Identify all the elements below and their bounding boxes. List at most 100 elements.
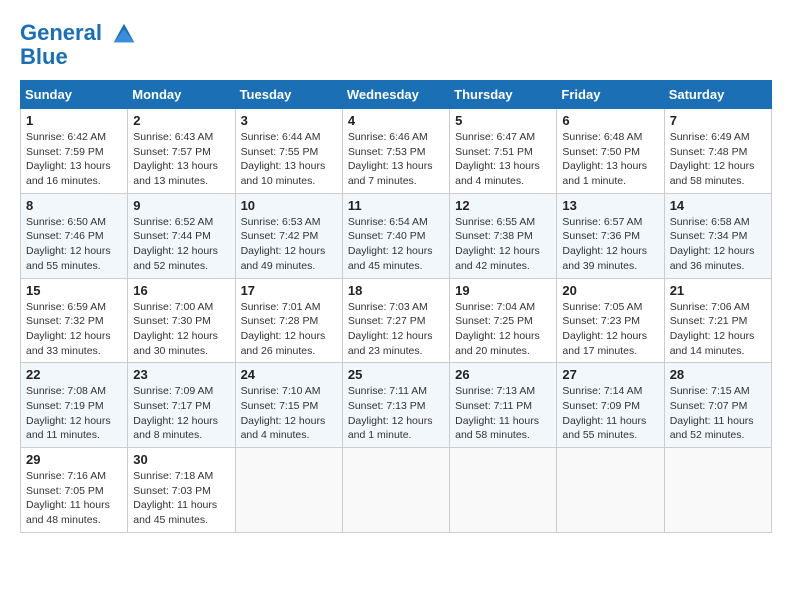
day-detail: Sunrise: 6:52 AM Sunset: 7:44 PM Dayligh… [133, 215, 229, 274]
day-detail: Sunrise: 7:14 AM Sunset: 7:09 PM Dayligh… [562, 384, 658, 443]
calendar-cell: 27 Sunrise: 7:14 AM Sunset: 7:09 PM Dayli… [557, 363, 664, 448]
day-number: 1 [26, 113, 122, 128]
day-number: 3 [241, 113, 337, 128]
calendar-cell: 14 Sunrise: 6:58 AM Sunset: 7:34 PM Dayli… [664, 193, 771, 278]
day-number: 20 [562, 283, 658, 298]
calendar-cell: 15Sunrise: 6:59 AM Sunset: 7:32 PM Dayli… [21, 278, 128, 363]
week-row-2: 1 Sunrise: 6:42 AM Sunset: 7:59 PM Daylig… [21, 109, 772, 194]
calendar-cell: 5 Sunrise: 6:47 AM Sunset: 7:51 PM Daylig… [450, 109, 557, 194]
calendar-cell: 10 Sunrise: 6:53 AM Sunset: 7:42 PM Dayli… [235, 193, 342, 278]
calendar-cell: 11 Sunrise: 6:54 AM Sunset: 7:40 PM Dayli… [342, 193, 449, 278]
day-detail: Sunrise: 7:09 AM Sunset: 7:17 PM Dayligh… [133, 384, 229, 443]
day-number: 6 [562, 113, 658, 128]
calendar-cell: 6 Sunrise: 6:48 AM Sunset: 7:50 PM Daylig… [557, 109, 664, 194]
day-detail: Sunrise: 7:06 AM Sunset: 7:21 PM Dayligh… [670, 300, 766, 359]
calendar-cell [664, 448, 771, 533]
col-header-sunday: Sunday [21, 81, 128, 109]
day-number: 13 [562, 198, 658, 213]
day-detail: Sunrise: 7:05 AM Sunset: 7:23 PM Dayligh… [562, 300, 658, 359]
day-detail: Sunrise: 7:10 AM Sunset: 7:15 PM Dayligh… [241, 384, 337, 443]
calendar-cell: 12 Sunrise: 6:55 AM Sunset: 7:38 PM Dayli… [450, 193, 557, 278]
day-detail: Sunrise: 6:44 AM Sunset: 7:55 PM Dayligh… [241, 130, 337, 189]
calendar-cell: 18 Sunrise: 7:03 AM Sunset: 7:27 PM Dayli… [342, 278, 449, 363]
col-header-monday: Monday [128, 81, 235, 109]
day-detail: Sunrise: 6:43 AM Sunset: 7:57 PM Dayligh… [133, 130, 229, 189]
day-number: 10 [241, 198, 337, 213]
calendar-cell: 7 Sunrise: 6:49 AM Sunset: 7:48 PM Daylig… [664, 109, 771, 194]
column-headers: SundayMondayTuesdayWednesdayThursdayFrid… [21, 81, 772, 109]
day-detail: Sunrise: 6:46 AM Sunset: 7:53 PM Dayligh… [348, 130, 444, 189]
day-number: 4 [348, 113, 444, 128]
week-row-4: 15Sunrise: 6:59 AM Sunset: 7:32 PM Dayli… [21, 278, 772, 363]
calendar-cell: 3 Sunrise: 6:44 AM Sunset: 7:55 PM Daylig… [235, 109, 342, 194]
calendar-cell: 20 Sunrise: 7:05 AM Sunset: 7:23 PM Dayli… [557, 278, 664, 363]
day-detail: Sunrise: 6:58 AM Sunset: 7:34 PM Dayligh… [670, 215, 766, 274]
day-number: 12 [455, 198, 551, 213]
day-number: 21 [670, 283, 766, 298]
day-number: 7 [670, 113, 766, 128]
day-detail: Sunrise: 6:50 AM Sunset: 7:46 PM Dayligh… [26, 215, 122, 274]
day-number: 2 [133, 113, 229, 128]
day-number: 19 [455, 283, 551, 298]
day-detail: Sunrise: 6:59 AM Sunset: 7:32 PM Dayligh… [26, 300, 122, 359]
day-detail: Sunrise: 7:11 AM Sunset: 7:13 PM Dayligh… [348, 384, 444, 443]
calendar-cell: 21 Sunrise: 7:06 AM Sunset: 7:21 PM Dayli… [664, 278, 771, 363]
calendar-cell [450, 448, 557, 533]
calendar-cell: 24Sunrise: 7:10 AM Sunset: 7:15 PM Dayli… [235, 363, 342, 448]
day-detail: Sunrise: 7:00 AM Sunset: 7:30 PM Dayligh… [133, 300, 229, 359]
calendar-cell: 1 Sunrise: 6:42 AM Sunset: 7:59 PM Daylig… [21, 109, 128, 194]
day-number: 5 [455, 113, 551, 128]
day-number: 26 [455, 367, 551, 382]
calendar-cell [235, 448, 342, 533]
calendar-cell: 8 Sunrise: 6:50 AM Sunset: 7:46 PM Daylig… [21, 193, 128, 278]
day-number: 16 [133, 283, 229, 298]
calendar-cell: 4 Sunrise: 6:46 AM Sunset: 7:53 PM Daylig… [342, 109, 449, 194]
day-number: 18 [348, 283, 444, 298]
calendar-cell: 28Sunrise: 7:15 AM Sunset: 7:07 PM Dayli… [664, 363, 771, 448]
day-number: 14 [670, 198, 766, 213]
day-number: 25 [348, 367, 444, 382]
calendar-cell: 16 Sunrise: 7:00 AM Sunset: 7:30 PM Dayli… [128, 278, 235, 363]
day-detail: Sunrise: 7:04 AM Sunset: 7:25 PM Dayligh… [455, 300, 551, 359]
page-header: General Blue [20, 20, 772, 70]
calendar-table: SundayMondayTuesdayWednesdayThursdayFrid… [20, 80, 772, 533]
day-detail: Sunrise: 6:53 AM Sunset: 7:42 PM Dayligh… [241, 215, 337, 274]
day-detail: Sunrise: 7:03 AM Sunset: 7:27 PM Dayligh… [348, 300, 444, 359]
col-header-thursday: Thursday [450, 81, 557, 109]
day-number: 29 [26, 452, 122, 467]
calendar-cell: 26Sunrise: 7:13 AM Sunset: 7:11 PM Dayli… [450, 363, 557, 448]
calendar-cell: 9Sunrise: 6:52 AM Sunset: 7:44 PM Daylig… [128, 193, 235, 278]
calendar-cell: 2 Sunrise: 6:43 AM Sunset: 7:57 PM Daylig… [128, 109, 235, 194]
day-detail: Sunrise: 6:55 AM Sunset: 7:38 PM Dayligh… [455, 215, 551, 274]
calendar-cell: 17 Sunrise: 7:01 AM Sunset: 7:28 PM Dayli… [235, 278, 342, 363]
day-number: 27 [562, 367, 658, 382]
day-detail: Sunrise: 7:18 AM Sunset: 7:03 PM Dayligh… [133, 469, 229, 528]
day-detail: Sunrise: 7:16 AM Sunset: 7:05 PM Dayligh… [26, 469, 122, 528]
col-header-friday: Friday [557, 81, 664, 109]
logo: General Blue [20, 20, 138, 70]
day-number: 11 [348, 198, 444, 213]
day-number: 17 [241, 283, 337, 298]
day-number: 22 [26, 367, 122, 382]
calendar-cell: 13 Sunrise: 6:57 AM Sunset: 7:36 PM Dayli… [557, 193, 664, 278]
week-row-3: 8 Sunrise: 6:50 AM Sunset: 7:46 PM Daylig… [21, 193, 772, 278]
calendar-cell [342, 448, 449, 533]
day-detail: Sunrise: 6:48 AM Sunset: 7:50 PM Dayligh… [562, 130, 658, 189]
day-detail: Sunrise: 7:01 AM Sunset: 7:28 PM Dayligh… [241, 300, 337, 359]
calendar-cell: 22 Sunrise: 7:08 AM Sunset: 7:19 PM Dayli… [21, 363, 128, 448]
day-number: 8 [26, 198, 122, 213]
day-detail: Sunrise: 7:08 AM Sunset: 7:19 PM Dayligh… [26, 384, 122, 443]
calendar-cell: 30 Sunrise: 7:18 AM Sunset: 7:03 PM Dayli… [128, 448, 235, 533]
calendar-cell: 29 Sunrise: 7:16 AM Sunset: 7:05 PM Dayli… [21, 448, 128, 533]
day-detail: Sunrise: 6:57 AM Sunset: 7:36 PM Dayligh… [562, 215, 658, 274]
day-detail: Sunrise: 6:47 AM Sunset: 7:51 PM Dayligh… [455, 130, 551, 189]
day-number: 23 [133, 367, 229, 382]
col-header-tuesday: Tuesday [235, 81, 342, 109]
day-detail: Sunrise: 6:42 AM Sunset: 7:59 PM Dayligh… [26, 130, 122, 189]
day-number: 28 [670, 367, 766, 382]
day-detail: Sunrise: 6:54 AM Sunset: 7:40 PM Dayligh… [348, 215, 444, 274]
calendar-cell [557, 448, 664, 533]
calendar-cell: 25 Sunrise: 7:11 AM Sunset: 7:13 PM Dayli… [342, 363, 449, 448]
day-detail: Sunrise: 6:49 AM Sunset: 7:48 PM Dayligh… [670, 130, 766, 189]
day-number: 30 [133, 452, 229, 467]
